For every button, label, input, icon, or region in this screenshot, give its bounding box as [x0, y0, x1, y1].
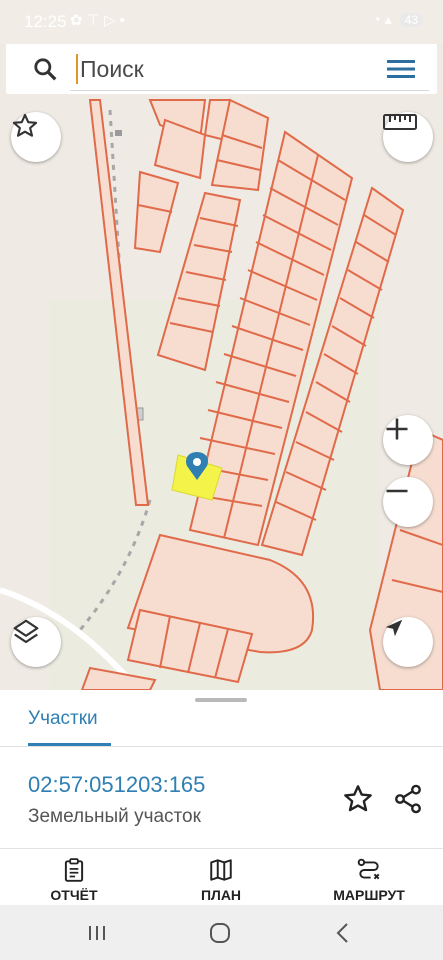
plan-label: ПЛАН [200, 887, 242, 903]
ruler-button[interactable] [383, 112, 433, 162]
star-icon[interactable] [342, 783, 374, 815]
drag-handle[interactable] [195, 698, 247, 702]
layers-icon [13, 619, 39, 644]
parcel-cadastral-number[interactable]: 02:57:051203:165 [28, 772, 205, 798]
recent-apps-icon[interactable] [82, 919, 112, 947]
star-icon [12, 113, 38, 137]
back-icon[interactable] [328, 919, 358, 947]
divider [0, 848, 443, 849]
search-bar [6, 44, 437, 94]
layers-button[interactable] [11, 617, 61, 667]
search-underline [70, 90, 429, 91]
status-bar: 12:25 ✿ ⊤ ▷ • ◔ ▴ 43 [0, 0, 443, 44]
plan-button[interactable]: ПЛАН [166, 853, 276, 903]
map-view[interactable] [0, 44, 443, 690]
text-cursor [76, 54, 78, 84]
zoom-in-button[interactable] [383, 415, 433, 465]
divider [0, 746, 443, 747]
tab-parcels[interactable]: Участки [28, 708, 98, 730]
wifi-icon: ◔ [372, 11, 381, 27]
clipboard-icon [64, 858, 84, 882]
favorites-button[interactable] [11, 112, 61, 162]
my-location-button[interactable] [383, 617, 433, 667]
notification-icons: ✿ ⊤ ▷ • [70, 12, 125, 29]
status-right: ◔ ▴ 43 [372, 11, 423, 28]
search-icon[interactable] [32, 56, 58, 82]
signal-icon: ▴ [384, 11, 392, 27]
report-button[interactable]: ОТЧЁТ [19, 853, 129, 903]
battery-indicator: 43 [399, 13, 423, 27]
share-icon[interactable] [392, 783, 424, 815]
map-icon [210, 859, 232, 881]
parcel-type: Земельный участок [28, 806, 201, 827]
search-input[interactable] [80, 54, 380, 84]
status-time: 12:25 [24, 12, 67, 31]
zoom-out-button[interactable] [383, 477, 433, 527]
parcel-info-panel: Участки 02:57:051203:165 Земельный участ… [0, 690, 443, 905]
ruler-icon [383, 114, 417, 130]
route-button[interactable]: МАРШРУТ [314, 853, 424, 903]
route-icon [357, 858, 380, 880]
cadastral-map[interactable] [0, 44, 443, 690]
report-label: ОТЧЁТ [50, 887, 98, 903]
plus-icon [386, 418, 408, 440]
route-label: МАРШРУТ [333, 887, 405, 903]
navigation-arrow-icon [385, 619, 403, 637]
system-navigation-bar [0, 905, 443, 960]
minus-icon [386, 489, 408, 493]
menu-icon[interactable] [387, 57, 415, 81]
home-icon[interactable] [205, 919, 235, 947]
